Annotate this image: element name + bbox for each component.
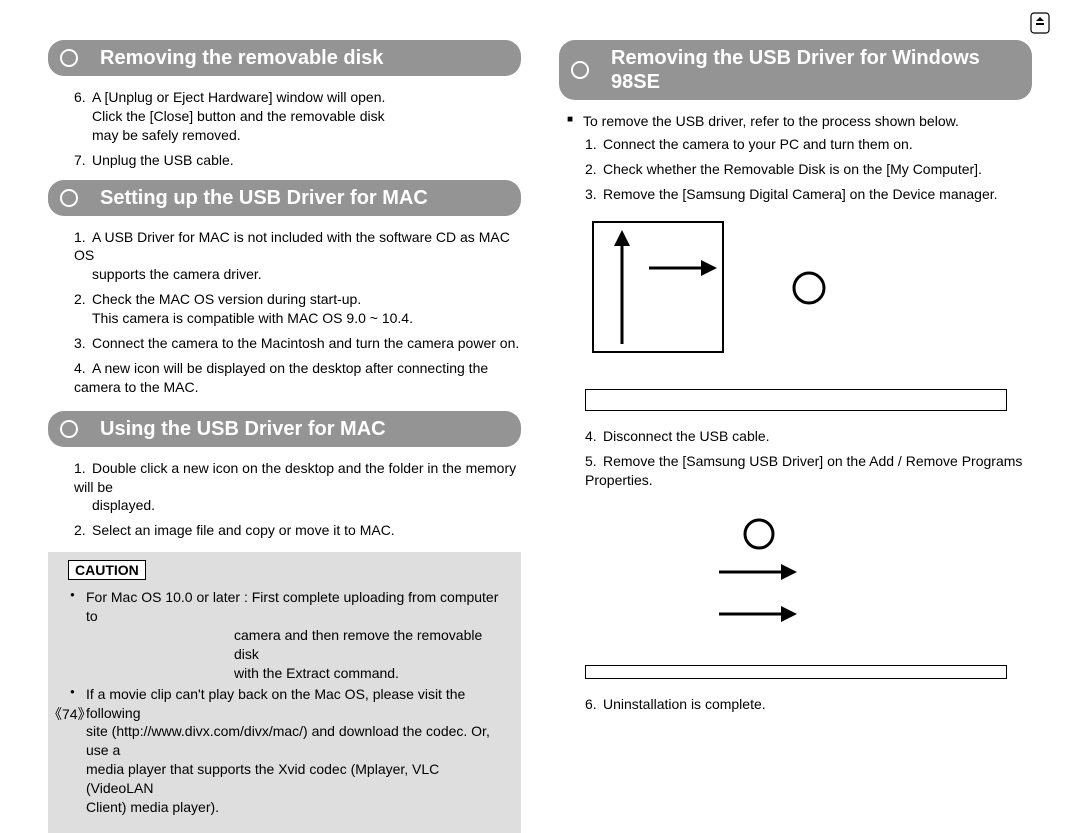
header-bullet-icon: [60, 420, 78, 438]
section-header-setup-mac: Setting up the USB Driver for MAC: [48, 180, 521, 216]
diagram-1: [589, 218, 1032, 361]
step-7: 7.Unplug the USB cable.: [74, 151, 521, 170]
win-step-6: 6.Uninstallation is complete.: [585, 695, 1032, 714]
section-title: Setting up the USB Driver for MAC: [100, 187, 428, 209]
header-bullet-icon: [571, 61, 589, 79]
mac-setup-step-2: 2.Check the MAC OS version during start-…: [74, 290, 521, 328]
caution-item-2: If a movie clip can't play back on the M…: [68, 685, 501, 817]
mac-setup-step-3: 3.Connect the camera to the Macintosh an…: [74, 334, 521, 353]
section-header-using-mac: Using the USB Driver for MAC: [48, 411, 521, 447]
diagram-2: [589, 504, 1032, 637]
mac-use-step-1: 1.Double click a new icon on the desktop…: [74, 459, 521, 516]
win-step-5: 5.Remove the [Samsung USB Driver] on the…: [585, 452, 1032, 490]
section-title: Removing the removable disk: [100, 47, 383, 69]
header-bullet-icon: [60, 49, 78, 67]
mac-setup-step-4: 4.A new icon will be displayed on the de…: [74, 359, 521, 397]
intro-line: To remove the USB driver, refer to the p…: [565, 112, 1032, 131]
mac-use-step-2: 2.Select an image file and copy or move …: [74, 521, 521, 540]
page-number: 74: [48, 704, 92, 724]
win-step-2: 2.Check whether the Removable Disk is on…: [585, 160, 1032, 179]
step-6: 6.A [Unplug or Eject Hardware] window wi…: [74, 88, 521, 145]
eject-icon: [1030, 12, 1050, 37]
win-step-4: 4.Disconnect the USB cable.: [585, 427, 1032, 446]
mac-setup-step-1: 1.A USB Driver for MAC is not included w…: [74, 228, 521, 285]
left-column: Removing the removable disk 6.A [Unplug …: [48, 40, 549, 718]
win-step-1: 1.Connect the camera to your PC and turn…: [585, 135, 1032, 154]
screenshot-placeholder-1: [585, 389, 1007, 412]
caution-label: CAUTION: [68, 560, 146, 580]
header-bullet-icon: [60, 189, 78, 207]
section-header-remove-disk: Removing the removable disk: [48, 40, 521, 76]
right-column: Removing the USB Driver for Windows 98SE…: [549, 40, 1032, 718]
section-header-remove-98se: Removing the USB Driver for Windows 98SE: [559, 40, 1032, 100]
screenshot-placeholder-2: [585, 665, 1007, 679]
section-title: Using the USB Driver for MAC: [100, 418, 386, 440]
caution-item-1: For Mac OS 10.0 or later : First complet…: [68, 588, 501, 682]
manual-page: Removing the removable disk 6.A [Unplug …: [0, 0, 1080, 746]
caution-box: CAUTION For Mac OS 10.0 or later : First…: [48, 552, 521, 833]
section-title: Removing the USB Driver for Windows 98SE: [611, 47, 980, 93]
win-step-3: 3.Remove the [Samsung Digital Camera] on…: [585, 185, 1032, 204]
